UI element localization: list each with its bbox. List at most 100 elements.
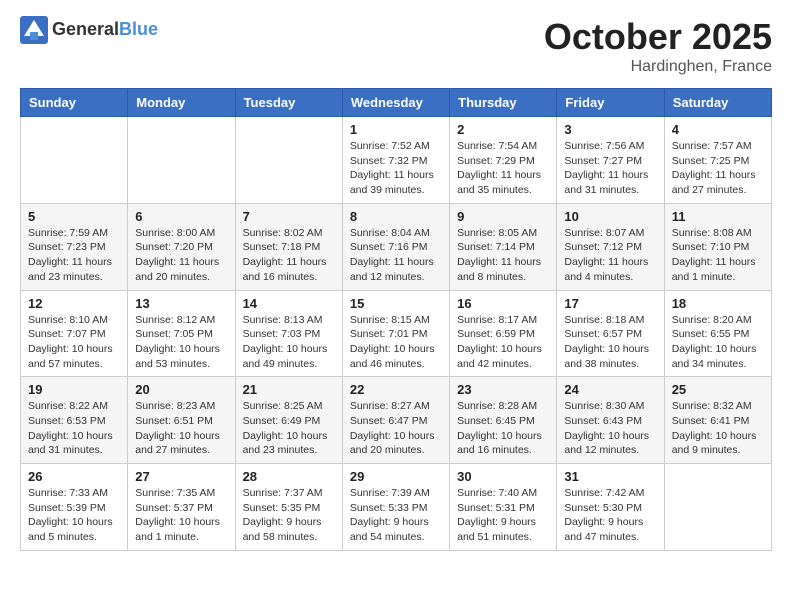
day-info: Sunrise: 7:56 AM Sunset: 7:27 PM Dayligh… bbox=[564, 139, 656, 198]
day-cell: 21Sunrise: 8:25 AM Sunset: 6:49 PM Dayli… bbox=[235, 377, 342, 464]
day-info: Sunrise: 8:32 AM Sunset: 6:41 PM Dayligh… bbox=[672, 399, 764, 458]
day-info: Sunrise: 7:40 AM Sunset: 5:31 PM Dayligh… bbox=[457, 486, 549, 545]
week-row-3: 12Sunrise: 8:10 AM Sunset: 7:07 PM Dayli… bbox=[21, 290, 772, 377]
day-number: 9 bbox=[457, 209, 549, 224]
day-info: Sunrise: 8:23 AM Sunset: 6:51 PM Dayligh… bbox=[135, 399, 227, 458]
day-info: Sunrise: 7:54 AM Sunset: 7:29 PM Dayligh… bbox=[457, 139, 549, 198]
week-row-2: 5 Sunrise: 7:59 AM Sunset: 7:23 PM Daylig… bbox=[21, 203, 772, 290]
day-cell: 24 Sunrise: 8:30 AM Sunset: 6:43 PM Dayli… bbox=[557, 377, 664, 464]
day-number: 23 bbox=[457, 382, 549, 397]
day-info: Sunrise: 7:39 AM Sunset: 5:33 PM Dayligh… bbox=[350, 486, 442, 545]
day-info: Sunrise: 7:35 AM Sunset: 5:37 PM Dayligh… bbox=[135, 486, 227, 545]
day-cell: 16Sunrise: 8:17 AM Sunset: 6:59 PM Dayli… bbox=[450, 290, 557, 377]
day-cell bbox=[21, 117, 128, 204]
day-number: 29 bbox=[350, 469, 442, 484]
day-header-sunday: Sunday bbox=[21, 89, 128, 117]
day-info: Sunrise: 8:08 AM Sunset: 7:10 PM Dayligh… bbox=[672, 226, 764, 285]
day-info: Sunrise: 8:12 AM Sunset: 7:05 PM Dayligh… bbox=[135, 313, 227, 372]
day-cell: 2 Sunrise: 7:54 AM Sunset: 7:29 PM Daylig… bbox=[450, 117, 557, 204]
day-cell: 5 Sunrise: 7:59 AM Sunset: 7:23 PM Daylig… bbox=[21, 203, 128, 290]
day-cell: 9Sunrise: 8:05 AM Sunset: 7:14 PM Daylig… bbox=[450, 203, 557, 290]
day-cell: 27 Sunrise: 7:35 AM Sunset: 5:37 PM Dayli… bbox=[128, 464, 235, 551]
day-number: 3 bbox=[564, 122, 656, 137]
day-number: 24 bbox=[564, 382, 656, 397]
day-number: 28 bbox=[243, 469, 335, 484]
day-cell: 28 Sunrise: 7:37 AM Sunset: 5:35 PM Dayli… bbox=[235, 464, 342, 551]
day-number: 7 bbox=[243, 209, 335, 224]
day-number: 10 bbox=[564, 209, 656, 224]
day-cell: 18Sunrise: 8:20 AM Sunset: 6:55 PM Dayli… bbox=[664, 290, 771, 377]
day-cell: 1 Sunrise: 7:52 AM Sunset: 7:32 PM Daylig… bbox=[342, 117, 449, 204]
day-number: 1 bbox=[350, 122, 442, 137]
day-cell: 26 Sunrise: 7:33 AM Sunset: 5:39 PM Dayli… bbox=[21, 464, 128, 551]
header-row: SundayMondayTuesdayWednesdayThursdayFrid… bbox=[21, 89, 772, 117]
day-header-tuesday: Tuesday bbox=[235, 89, 342, 117]
day-header-monday: Monday bbox=[128, 89, 235, 117]
day-cell: 31 Sunrise: 7:42 AM Sunset: 5:30 PM Dayli… bbox=[557, 464, 664, 551]
day-number: 20 bbox=[135, 382, 227, 397]
day-number: 13 bbox=[135, 296, 227, 311]
day-cell: 13 Sunrise: 8:12 AM Sunset: 7:05 PM Dayli… bbox=[128, 290, 235, 377]
calendar-table: SundayMondayTuesdayWednesdayThursdayFrid… bbox=[20, 88, 772, 551]
day-info: Sunrise: 7:52 AM Sunset: 7:32 PM Dayligh… bbox=[350, 139, 442, 198]
day-cell: 29 Sunrise: 7:39 AM Sunset: 5:33 PM Dayli… bbox=[342, 464, 449, 551]
day-header-thursday: Thursday bbox=[450, 89, 557, 117]
day-info: Sunrise: 8:00 AM Sunset: 7:20 PM Dayligh… bbox=[135, 226, 227, 285]
day-info: Sunrise: 7:57 AM Sunset: 7:25 PM Dayligh… bbox=[672, 139, 764, 198]
day-info: Sunrise: 8:15 AM Sunset: 7:01 PM Dayligh… bbox=[350, 313, 442, 372]
day-number: 31 bbox=[564, 469, 656, 484]
day-cell: 22Sunrise: 8:27 AM Sunset: 6:47 PM Dayli… bbox=[342, 377, 449, 464]
day-cell: 3 Sunrise: 7:56 AM Sunset: 7:27 PM Daylig… bbox=[557, 117, 664, 204]
day-info: Sunrise: 8:30 AM Sunset: 6:43 PM Dayligh… bbox=[564, 399, 656, 458]
day-number: 5 bbox=[28, 209, 120, 224]
day-number: 26 bbox=[28, 469, 120, 484]
day-cell: 19 Sunrise: 8:22 AM Sunset: 6:53 PM Dayli… bbox=[21, 377, 128, 464]
day-number: 17 bbox=[564, 296, 656, 311]
day-number: 6 bbox=[135, 209, 227, 224]
day-number: 14 bbox=[243, 296, 335, 311]
logo-icon bbox=[20, 16, 48, 44]
day-number: 27 bbox=[135, 469, 227, 484]
day-cell: 4Sunrise: 7:57 AM Sunset: 7:25 PM Daylig… bbox=[664, 117, 771, 204]
day-cell: 20 Sunrise: 8:23 AM Sunset: 6:51 PM Dayli… bbox=[128, 377, 235, 464]
day-number: 22 bbox=[350, 382, 442, 397]
day-cell bbox=[664, 464, 771, 551]
day-cell: 15Sunrise: 8:15 AM Sunset: 7:01 PM Dayli… bbox=[342, 290, 449, 377]
day-info: Sunrise: 8:07 AM Sunset: 7:12 PM Dayligh… bbox=[564, 226, 656, 285]
day-info: Sunrise: 8:28 AM Sunset: 6:45 PM Dayligh… bbox=[457, 399, 549, 458]
day-info: Sunrise: 8:25 AM Sunset: 6:49 PM Dayligh… bbox=[243, 399, 335, 458]
day-number: 8 bbox=[350, 209, 442, 224]
day-number: 30 bbox=[457, 469, 549, 484]
day-number: 19 bbox=[28, 382, 120, 397]
day-info: Sunrise: 8:04 AM Sunset: 7:16 PM Dayligh… bbox=[350, 226, 442, 285]
day-header-friday: Friday bbox=[557, 89, 664, 117]
day-cell: 10 Sunrise: 8:07 AM Sunset: 7:12 PM Dayli… bbox=[557, 203, 664, 290]
day-info: Sunrise: 7:33 AM Sunset: 5:39 PM Dayligh… bbox=[28, 486, 120, 545]
day-cell: 12Sunrise: 8:10 AM Sunset: 7:07 PM Dayli… bbox=[21, 290, 128, 377]
day-info: Sunrise: 7:59 AM Sunset: 7:23 PM Dayligh… bbox=[28, 226, 120, 285]
week-row-5: 26 Sunrise: 7:33 AM Sunset: 5:39 PM Dayli… bbox=[21, 464, 772, 551]
day-info: Sunrise: 7:42 AM Sunset: 5:30 PM Dayligh… bbox=[564, 486, 656, 545]
day-cell bbox=[235, 117, 342, 204]
day-cell: 25 Sunrise: 8:32 AM Sunset: 6:41 PM Dayli… bbox=[664, 377, 771, 464]
month-title: October 2025 bbox=[544, 16, 772, 58]
page: GeneralBlue October 2025 Hardinghen, Fra… bbox=[0, 0, 792, 567]
day-number: 11 bbox=[672, 209, 764, 224]
day-cell: 17Sunrise: 8:18 AM Sunset: 6:57 PM Dayli… bbox=[557, 290, 664, 377]
day-cell: 8 Sunrise: 8:04 AM Sunset: 7:16 PM Daylig… bbox=[342, 203, 449, 290]
day-number: 12 bbox=[28, 296, 120, 311]
day-info: Sunrise: 8:02 AM Sunset: 7:18 PM Dayligh… bbox=[243, 226, 335, 285]
day-header-wednesday: Wednesday bbox=[342, 89, 449, 117]
day-header-saturday: Saturday bbox=[664, 89, 771, 117]
location: Hardinghen, France bbox=[544, 58, 772, 76]
day-info: Sunrise: 8:22 AM Sunset: 6:53 PM Dayligh… bbox=[28, 399, 120, 458]
day-number: 18 bbox=[672, 296, 764, 311]
week-row-1: 1 Sunrise: 7:52 AM Sunset: 7:32 PM Daylig… bbox=[21, 117, 772, 204]
logo-general-text: General bbox=[52, 19, 119, 39]
day-number: 2 bbox=[457, 122, 549, 137]
day-info: Sunrise: 7:37 AM Sunset: 5:35 PM Dayligh… bbox=[243, 486, 335, 545]
day-cell: 7 Sunrise: 8:02 AM Sunset: 7:18 PM Daylig… bbox=[235, 203, 342, 290]
day-cell: 14Sunrise: 8:13 AM Sunset: 7:03 PM Dayli… bbox=[235, 290, 342, 377]
day-number: 25 bbox=[672, 382, 764, 397]
day-number: 16 bbox=[457, 296, 549, 311]
